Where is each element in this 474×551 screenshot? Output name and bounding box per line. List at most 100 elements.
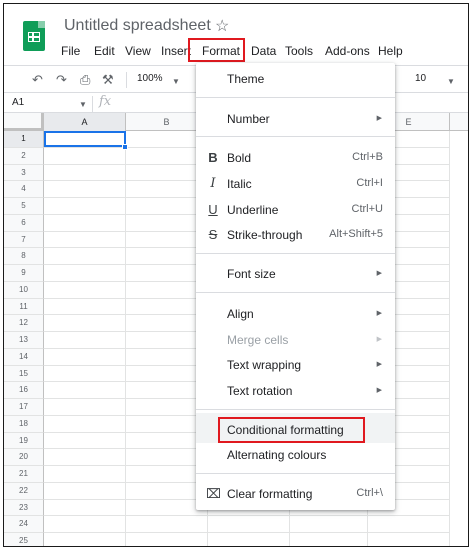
row-header-4[interactable]: 4 bbox=[4, 181, 44, 198]
row-header-21[interactable]: 21 bbox=[4, 466, 44, 483]
menu-item-label: Text rotation bbox=[227, 384, 293, 398]
menu-item-align[interactable]: Align ▶ bbox=[196, 302, 395, 326]
row-header-19[interactable]: 19 bbox=[4, 432, 44, 450]
toolbar-separator bbox=[126, 72, 127, 88]
menu-insert[interactable]: Insert bbox=[161, 42, 191, 60]
menu-item-label: Underline bbox=[227, 203, 279, 217]
menu-divider bbox=[196, 136, 395, 137]
menu-data[interactable]: Data bbox=[251, 42, 276, 60]
shortcut-label: Ctrl+U bbox=[351, 203, 383, 215]
selected-cell-a1[interactable] bbox=[44, 131, 126, 147]
sheets-logo-icon[interactable] bbox=[23, 21, 45, 51]
fill-handle[interactable] bbox=[122, 144, 128, 150]
shortcut-label: Alt+Shift+5 bbox=[329, 228, 383, 240]
menu-item-label: Theme bbox=[227, 72, 265, 86]
shortcut-label: Ctrl+B bbox=[352, 151, 383, 163]
star-outline-icon[interactable]: ☆ bbox=[215, 16, 229, 36]
format-menu-highlight-box bbox=[188, 38, 245, 62]
clear-formatting-icon: ⌧ bbox=[206, 486, 221, 501]
grid-line bbox=[125, 131, 126, 546]
menu-item-label: Alternating colours bbox=[227, 448, 327, 462]
underline-icon: U bbox=[208, 202, 218, 217]
chevron-down-icon[interactable]: ▼ bbox=[172, 77, 180, 86]
submenu-arrow-icon: ▶ bbox=[376, 361, 382, 368]
row-header-11[interactable]: 11 bbox=[4, 298, 44, 316]
row-header-13[interactable]: 13 bbox=[4, 332, 44, 349]
fx-icon: fx bbox=[99, 94, 112, 109]
row-header-24[interactable]: 24 bbox=[4, 516, 44, 533]
menu-divider bbox=[196, 253, 395, 254]
menu-item-merge-cells: Merge cells ▶ bbox=[196, 328, 395, 352]
formula-separator bbox=[92, 96, 93, 112]
menu-item-label: Clear formatting bbox=[227, 487, 313, 501]
row-header-23[interactable]: 23 bbox=[4, 499, 44, 517]
grid-line bbox=[449, 131, 450, 546]
menu-divider bbox=[196, 409, 395, 410]
font-size-select[interactable]: 10 bbox=[415, 73, 426, 84]
menu-item-label: Italic bbox=[227, 177, 252, 191]
document-title[interactable]: Untitled spreadsheet bbox=[64, 17, 211, 35]
shortcut-label: Ctrl+I bbox=[356, 177, 383, 189]
row-header-14[interactable]: 14 bbox=[4, 348, 44, 366]
row-header-7[interactable]: 7 bbox=[4, 231, 44, 249]
menu-item-underline[interactable]: U Underline Ctrl+U bbox=[196, 198, 395, 222]
row-header-2[interactable]: 2 bbox=[4, 147, 44, 165]
row-header-20[interactable]: 20 bbox=[4, 449, 44, 466]
menu-item-bold[interactable]: B Bold Ctrl+B bbox=[196, 146, 395, 170]
menu-item-strikethrough[interactable]: S Strike-through Alt+Shift+5 bbox=[196, 223, 395, 247]
row-header-12[interactable]: 12 bbox=[4, 315, 44, 332]
menu-edit[interactable]: Edit bbox=[94, 42, 115, 60]
menu-item-alternating-colours[interactable]: Alternating colours bbox=[196, 443, 395, 467]
row-header-16[interactable]: 16 bbox=[4, 382, 44, 399]
undo-icon[interactable]: ↶ bbox=[32, 72, 43, 88]
menu-add-ons[interactable]: Add-ons bbox=[325, 42, 370, 60]
print-icon[interactable]: ⎙ bbox=[80, 72, 90, 88]
menu-item-font-size[interactable]: Font size ▶ bbox=[196, 262, 395, 286]
select-all-corner[interactable] bbox=[4, 113, 44, 131]
menu-item-number[interactable]: Number ▶ bbox=[196, 107, 395, 131]
chevron-down-icon[interactable]: ▼ bbox=[447, 77, 455, 86]
row-header-10[interactable]: 10 bbox=[4, 281, 44, 299]
zoom-select[interactable]: 100% bbox=[137, 73, 163, 84]
menu-tools[interactable]: Tools bbox=[285, 42, 313, 60]
menu-item-text-rotation[interactable]: Text rotation ▶ bbox=[196, 379, 395, 403]
row-header-6[interactable]: 6 bbox=[4, 214, 44, 232]
shortcut-label: Ctrl+\ bbox=[356, 487, 383, 499]
row-header-5[interactable]: 5 bbox=[4, 198, 44, 215]
row-header-15[interactable]: 15 bbox=[4, 365, 44, 383]
row-header-17[interactable]: 17 bbox=[4, 399, 44, 416]
italic-icon: I bbox=[210, 176, 216, 191]
menu-item-label: Align bbox=[227, 307, 254, 321]
menu-item-label: Merge cells bbox=[227, 333, 289, 347]
menu-item-theme[interactable]: Theme bbox=[196, 67, 395, 91]
row-header-9[interactable]: 9 bbox=[4, 265, 44, 282]
redo-icon[interactable]: ↷ bbox=[56, 72, 67, 88]
grid-line bbox=[44, 515, 450, 517]
menu-view[interactable]: View bbox=[125, 42, 151, 60]
cell-reference-box[interactable]: A1 bbox=[12, 97, 24, 108]
row-header-8[interactable]: 8 bbox=[4, 248, 44, 265]
menu-divider bbox=[196, 292, 395, 293]
paint-format-icon[interactable]: ⚒ bbox=[102, 72, 114, 88]
menu-item-label: Text wrapping bbox=[227, 358, 302, 372]
submenu-arrow-icon: ▶ bbox=[376, 387, 382, 394]
format-dropdown-menu: Theme Number ▶ B Bold Ctrl+B I Italic Ct… bbox=[196, 63, 395, 510]
menu-item-italic[interactable]: I Italic Ctrl+I bbox=[196, 172, 395, 196]
submenu-arrow-icon: ▶ bbox=[376, 336, 382, 343]
menu-item-text-wrapping[interactable]: Text wrapping ▶ bbox=[196, 353, 395, 377]
row-header-22[interactable]: 22 bbox=[4, 482, 44, 500]
menu-item-label: Strike-through bbox=[227, 228, 303, 242]
strikethrough-icon: S bbox=[208, 227, 218, 242]
row-header-1[interactable]: 1 bbox=[4, 131, 44, 148]
menu-file[interactable]: File bbox=[61, 42, 80, 60]
submenu-arrow-icon: ▶ bbox=[376, 310, 382, 317]
column-header-a[interactable]: A bbox=[44, 113, 126, 131]
conditional-formatting-highlight-box bbox=[218, 417, 365, 443]
row-header-3[interactable]: 3 bbox=[4, 164, 44, 182]
chevron-down-icon[interactable]: ▼ bbox=[79, 100, 87, 109]
menu-help[interactable]: Help bbox=[378, 42, 403, 60]
row-header-18[interactable]: 18 bbox=[4, 415, 44, 433]
row-header-25[interactable]: 25 bbox=[4, 533, 44, 546]
menu-item-clear-formatting[interactable]: ⌧ Clear formatting Ctrl+\ bbox=[196, 482, 395, 506]
submenu-arrow-icon: ▶ bbox=[376, 270, 382, 277]
